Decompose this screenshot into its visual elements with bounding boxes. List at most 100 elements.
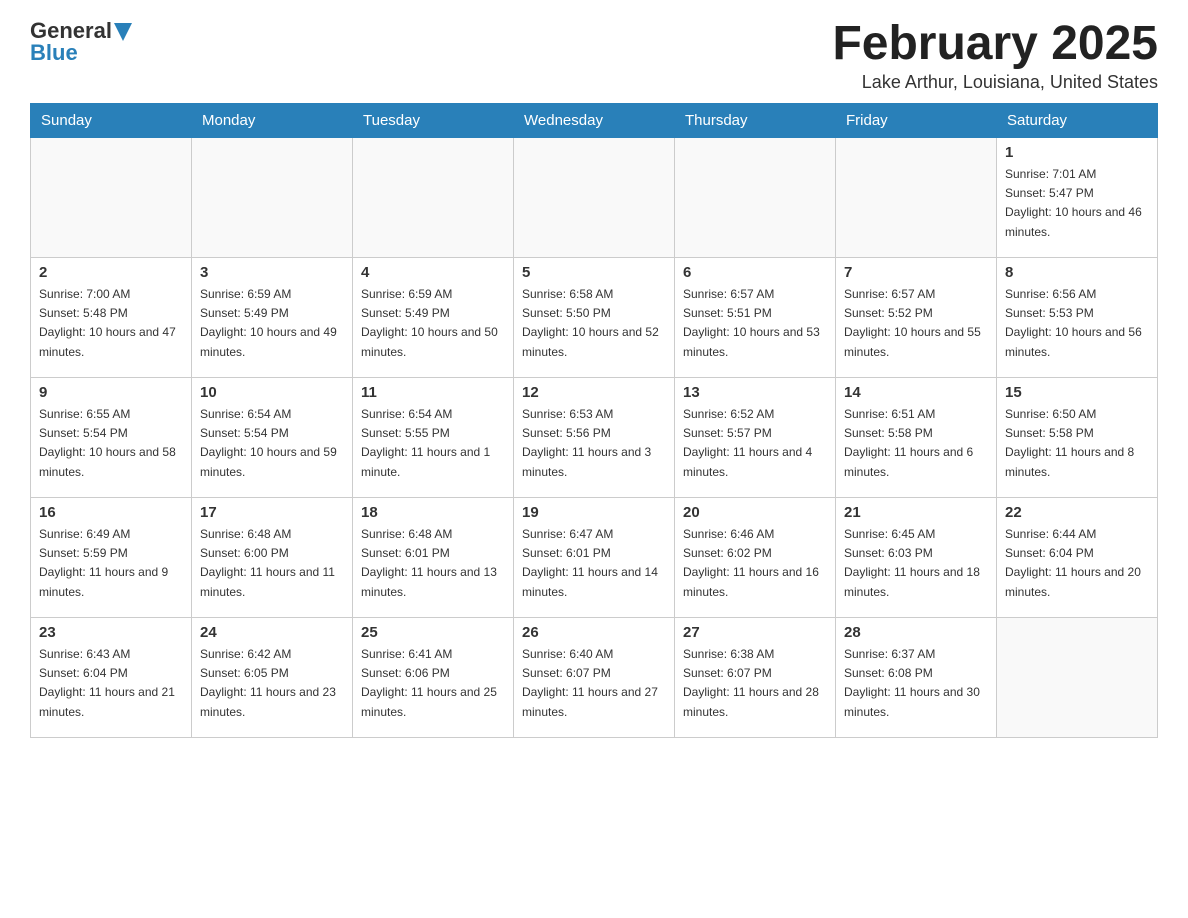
day-info: Sunrise: 6:45 AMSunset: 6:03 PMDaylight:…	[844, 525, 988, 602]
day-info: Sunrise: 6:55 AMSunset: 5:54 PMDaylight:…	[39, 405, 183, 482]
calendar-day-cell: 3 Sunrise: 6:59 AMSunset: 5:49 PMDaylight…	[192, 258, 353, 378]
day-info: Sunrise: 6:51 AMSunset: 5:58 PMDaylight:…	[844, 405, 988, 482]
calendar-day-cell: 17 Sunrise: 6:48 AMSunset: 6:00 PMDayligh…	[192, 498, 353, 618]
day-number: 10	[200, 384, 344, 401]
day-info: Sunrise: 6:37 AMSunset: 6:08 PMDaylight:…	[844, 645, 988, 722]
calendar-header-row: SundayMondayTuesdayWednesdayThursdayFrid…	[31, 104, 1158, 138]
calendar-day-cell: 22Sunrise: 6:44 AMSunset: 6:04 PMDayligh…	[997, 498, 1158, 618]
calendar-day-cell: 25 Sunrise: 6:41 AMSunset: 6:06 PMDayligh…	[353, 618, 514, 738]
calendar-day-cell: 23 Sunrise: 6:43 AMSunset: 6:04 PMDayligh…	[31, 618, 192, 738]
day-info: Sunrise: 6:54 AMSunset: 5:55 PMDaylight:…	[361, 405, 505, 482]
day-info: Sunrise: 6:58 AMSunset: 5:50 PMDaylight:…	[522, 285, 666, 362]
day-number: 7	[844, 264, 988, 281]
calendar-day-cell: 1Sunrise: 7:01 AMSunset: 5:47 PMDaylight…	[997, 138, 1158, 258]
day-info: Sunrise: 6:42 AMSunset: 6:05 PMDaylight:…	[200, 645, 344, 722]
title-block: February 2025 Lake Arthur, Louisiana, Un…	[832, 20, 1158, 93]
day-number: 3	[200, 264, 344, 281]
day-info: Sunrise: 6:59 AMSunset: 5:49 PMDaylight:…	[361, 285, 505, 362]
day-number: 19	[522, 504, 666, 521]
day-info: Sunrise: 6:57 AMSunset: 5:51 PMDaylight:…	[683, 285, 827, 362]
calendar-table: SundayMondayTuesdayWednesdayThursdayFrid…	[30, 103, 1158, 738]
day-info: Sunrise: 7:00 AMSunset: 5:48 PMDaylight:…	[39, 285, 183, 362]
logo-blue-text: Blue	[30, 42, 132, 64]
day-info: Sunrise: 6:57 AMSunset: 5:52 PMDaylight:…	[844, 285, 988, 362]
calendar-week-row: 9 Sunrise: 6:55 AMSunset: 5:54 PMDaylight…	[31, 378, 1158, 498]
calendar-day-cell: 12 Sunrise: 6:53 AMSunset: 5:56 PMDayligh…	[514, 378, 675, 498]
calendar-day-cell: 13 Sunrise: 6:52 AMSunset: 5:57 PMDayligh…	[675, 378, 836, 498]
calendar-day-cell: 20Sunrise: 6:46 AMSunset: 6:02 PMDayligh…	[675, 498, 836, 618]
calendar-day-cell: 18 Sunrise: 6:48 AMSunset: 6:01 PMDayligh…	[353, 498, 514, 618]
calendar-day-cell	[353, 138, 514, 258]
day-info: Sunrise: 6:43 AMSunset: 6:04 PMDaylight:…	[39, 645, 183, 722]
day-info: Sunrise: 6:47 AMSunset: 6:01 PMDaylight:…	[522, 525, 666, 602]
logo: General Blue	[30, 20, 132, 64]
day-info: Sunrise: 6:44 AMSunset: 6:04 PMDaylight:…	[1005, 525, 1149, 602]
day-info: Sunrise: 6:49 AMSunset: 5:59 PMDaylight:…	[39, 525, 183, 602]
day-number: 24	[200, 624, 344, 641]
day-number: 16	[39, 504, 183, 521]
calendar-day-cell: 7 Sunrise: 6:57 AMSunset: 5:52 PMDaylight…	[836, 258, 997, 378]
day-number: 9	[39, 384, 183, 401]
calendar-day-cell: 21Sunrise: 6:45 AMSunset: 6:03 PMDayligh…	[836, 498, 997, 618]
day-info: Sunrise: 6:54 AMSunset: 5:54 PMDaylight:…	[200, 405, 344, 482]
calendar-day-cell: 24 Sunrise: 6:42 AMSunset: 6:05 PMDayligh…	[192, 618, 353, 738]
day-of-week-header: Sunday	[31, 104, 192, 138]
day-number: 5	[522, 264, 666, 281]
page-header: General Blue February 2025 Lake Arthur, …	[30, 20, 1158, 93]
day-number: 27	[683, 624, 827, 641]
calendar-day-cell: 11 Sunrise: 6:54 AMSunset: 5:55 PMDayligh…	[353, 378, 514, 498]
day-info: Sunrise: 6:48 AMSunset: 6:01 PMDaylight:…	[361, 525, 505, 602]
calendar-day-cell: 19 Sunrise: 6:47 AMSunset: 6:01 PMDayligh…	[514, 498, 675, 618]
day-info: Sunrise: 6:53 AMSunset: 5:56 PMDaylight:…	[522, 405, 666, 482]
day-number: 28	[844, 624, 988, 641]
calendar-day-cell: 2Sunrise: 7:00 AMSunset: 5:48 PMDaylight…	[31, 258, 192, 378]
calendar-day-cell: 9 Sunrise: 6:55 AMSunset: 5:54 PMDaylight…	[31, 378, 192, 498]
calendar-week-row: 23 Sunrise: 6:43 AMSunset: 6:04 PMDayligh…	[31, 618, 1158, 738]
day-number: 15	[1005, 384, 1149, 401]
calendar-day-cell: 27 Sunrise: 6:38 AMSunset: 6:07 PMDayligh…	[675, 618, 836, 738]
calendar-week-row: 1Sunrise: 7:01 AMSunset: 5:47 PMDaylight…	[31, 138, 1158, 258]
day-info: Sunrise: 6:59 AMSunset: 5:49 PMDaylight:…	[200, 285, 344, 362]
day-number: 12	[522, 384, 666, 401]
calendar-day-cell: 15 Sunrise: 6:50 AMSunset: 5:58 PMDayligh…	[997, 378, 1158, 498]
location-title: Lake Arthur, Louisiana, United States	[832, 72, 1158, 93]
day-info: Sunrise: 6:46 AMSunset: 6:02 PMDaylight:…	[683, 525, 827, 602]
day-of-week-header: Monday	[192, 104, 353, 138]
calendar-day-cell: 6 Sunrise: 6:57 AMSunset: 5:51 PMDaylight…	[675, 258, 836, 378]
calendar-day-cell: 8 Sunrise: 6:56 AMSunset: 5:53 PMDaylight…	[997, 258, 1158, 378]
month-title: February 2025	[832, 20, 1158, 68]
day-info: Sunrise: 6:41 AMSunset: 6:06 PMDaylight:…	[361, 645, 505, 722]
calendar-week-row: 16 Sunrise: 6:49 AMSunset: 5:59 PMDayligh…	[31, 498, 1158, 618]
day-info: Sunrise: 6:50 AMSunset: 5:58 PMDaylight:…	[1005, 405, 1149, 482]
day-of-week-header: Friday	[836, 104, 997, 138]
day-number: 23	[39, 624, 183, 641]
day-info: Sunrise: 6:38 AMSunset: 6:07 PMDaylight:…	[683, 645, 827, 722]
day-number: 18	[361, 504, 505, 521]
day-info: Sunrise: 6:48 AMSunset: 6:00 PMDaylight:…	[200, 525, 344, 602]
day-number: 8	[1005, 264, 1149, 281]
day-of-week-header: Thursday	[675, 104, 836, 138]
day-number: 17	[200, 504, 344, 521]
calendar-day-cell: 28 Sunrise: 6:37 AMSunset: 6:08 PMDayligh…	[836, 618, 997, 738]
calendar-day-cell	[836, 138, 997, 258]
calendar-week-row: 2Sunrise: 7:00 AMSunset: 5:48 PMDaylight…	[31, 258, 1158, 378]
day-number: 14	[844, 384, 988, 401]
calendar-day-cell	[997, 618, 1158, 738]
day-of-week-header: Tuesday	[353, 104, 514, 138]
logo-general-text: General	[30, 20, 112, 42]
day-number: 13	[683, 384, 827, 401]
calendar-day-cell	[675, 138, 836, 258]
calendar-day-cell	[31, 138, 192, 258]
calendar-day-cell: 10 Sunrise: 6:54 AMSunset: 5:54 PMDayligh…	[192, 378, 353, 498]
day-info: Sunrise: 6:52 AMSunset: 5:57 PMDaylight:…	[683, 405, 827, 482]
logo-triangle-icon	[114, 23, 132, 41]
day-number: 11	[361, 384, 505, 401]
day-number: 25	[361, 624, 505, 641]
calendar-day-cell: 16 Sunrise: 6:49 AMSunset: 5:59 PMDayligh…	[31, 498, 192, 618]
day-info: Sunrise: 6:56 AMSunset: 5:53 PMDaylight:…	[1005, 285, 1149, 362]
calendar-day-cell: 5 Sunrise: 6:58 AMSunset: 5:50 PMDaylight…	[514, 258, 675, 378]
calendar-day-cell	[514, 138, 675, 258]
day-info: Sunrise: 7:01 AMSunset: 5:47 PMDaylight:…	[1005, 165, 1149, 242]
day-of-week-header: Wednesday	[514, 104, 675, 138]
day-number: 6	[683, 264, 827, 281]
